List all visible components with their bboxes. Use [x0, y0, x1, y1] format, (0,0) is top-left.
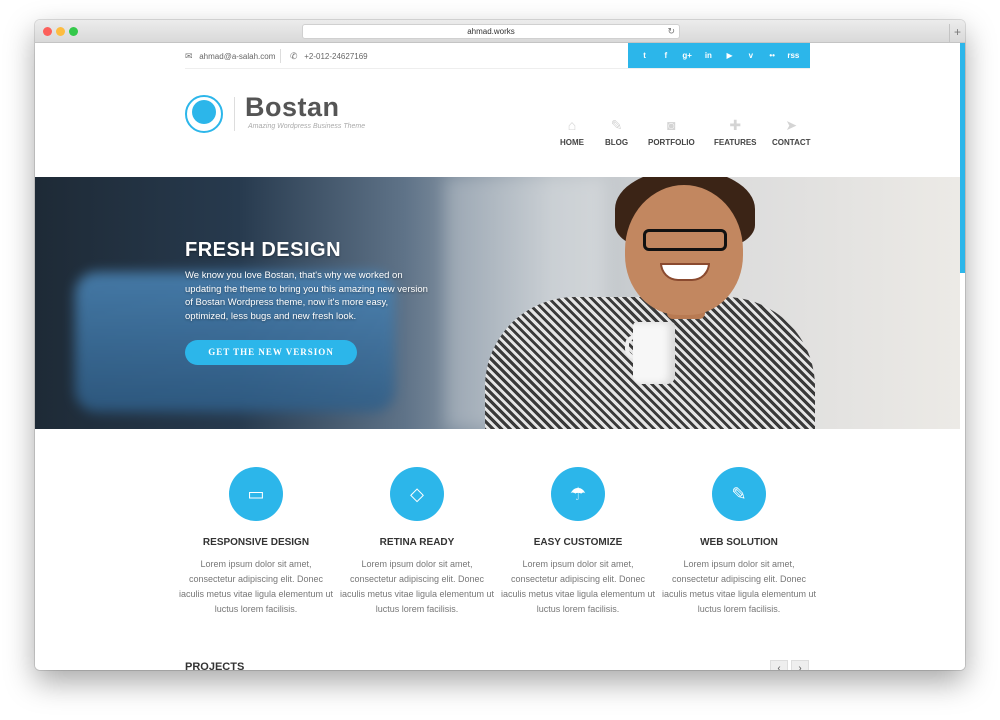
email-contact[interactable]: ✉ ahmad@a-salah.com [185, 43, 275, 69]
camera-icon: ◙ [667, 117, 676, 133]
feature-responsive-design: ▭ RESPONSIVE DESIGN Lorem ipsum dolor si… [176, 467, 336, 617]
scrollbar-thumb[interactable] [960, 43, 965, 273]
projects-next-button[interactable]: › [791, 660, 809, 670]
linkedin-icon[interactable]: in [700, 51, 716, 60]
logo-divider [234, 97, 235, 131]
minimize-window-button[interactable] [56, 27, 65, 36]
browser-window: ahmad.works ↻ + ✉ ahmad@a-salah.com ✆ +2… [35, 20, 965, 670]
feature-title: EASY CUSTOMIZE [533, 537, 623, 548]
nav-portfolio[interactable]: ◙ PORTFOLIO [648, 116, 695, 147]
feature-text: Lorem ipsum dolor sit amet, consectetur … [500, 559, 656, 614]
feature-retina-ready: ◇ RETINA READY Lorem ipsum dolor sit ame… [337, 467, 497, 617]
contact-topbar: ✉ ahmad@a-salah.com ✆ +2-012-24627169 t … [185, 43, 810, 69]
facebook-icon[interactable]: f [658, 51, 674, 60]
envelope-icon: ✉ [185, 51, 193, 61]
rss-icon[interactable]: rss [785, 51, 801, 60]
scrollbar[interactable] [960, 43, 965, 670]
nav-contact[interactable]: ➤ CONTACT [772, 116, 811, 147]
zoom-window-button[interactable] [69, 27, 78, 36]
puzzle-icon: ✚ [729, 117, 742, 133]
monitor-icon[interactable]: ▭ [229, 467, 283, 521]
webpage: ✉ ahmad@a-salah.com ✆ +2-012-24627169 t … [35, 43, 965, 670]
logo-icon[interactable] [185, 95, 223, 133]
hero-slider: FRESH DESIGN We know you love Bostan, th… [35, 177, 960, 429]
nav-home-label: HOME [560, 138, 584, 147]
new-tab-button[interactable]: + [949, 24, 965, 43]
youtube-icon[interactable]: ▶ [722, 51, 738, 60]
feature-easy-customize: ☂ EASY CUSTOMIZE Lorem ipsum dolor sit a… [498, 467, 658, 617]
feature-text: Lorem ipsum dolor sit amet, consectetur … [178, 559, 334, 614]
close-window-button[interactable] [43, 27, 52, 36]
reload-icon[interactable]: ↻ [667, 25, 675, 38]
address-bar-url: ahmad.works [467, 27, 515, 36]
nav-blog-label: BLOG [605, 138, 629, 147]
projects-prev-button[interactable]: ‹ [770, 660, 788, 670]
browser-titlebar: ahmad.works ↻ + [35, 20, 965, 43]
dropper-icon[interactable]: ✎ [712, 467, 766, 521]
social-links-bar: t f g+ in ▶ v •• rss [628, 43, 810, 68]
address-bar[interactable]: ahmad.works ↻ [302, 24, 680, 39]
twitter-icon[interactable]: t [637, 51, 653, 60]
coffee-mug [633, 322, 675, 384]
phone-icon: ✆ [290, 51, 298, 61]
paper-plane-icon: ➤ [785, 117, 798, 133]
feature-title: RESPONSIVE DESIGN [202, 537, 310, 548]
feature-title: RETINA READY [379, 537, 455, 548]
feature-text: Lorem ipsum dolor sit amet, consectetur … [339, 559, 495, 614]
nav-contact-label: CONTACT [772, 138, 811, 147]
nav-blog[interactable]: ✎ BLOG [605, 116, 628, 147]
email-text: ahmad@a-salah.com [199, 52, 276, 61]
pencil-icon: ✎ [610, 117, 623, 133]
contact-divider [280, 49, 281, 63]
brand-tagline: Amazing Wordpress Business Theme [248, 123, 366, 130]
flickr-icon[interactable]: •• [764, 51, 780, 60]
vimeo-icon[interactable]: v [743, 51, 759, 60]
google-plus-icon[interactable]: g+ [679, 51, 695, 60]
phone-text: +2-012-24627169 [304, 52, 368, 61]
phone-contact[interactable]: ✆ +2-012-24627169 [290, 43, 368, 69]
get-new-version-button[interactable]: GET THE NEW VERSION [185, 340, 357, 365]
feature-text: Lorem ipsum dolor sit amet, consectetur … [661, 559, 817, 614]
home-icon: ⌂ [567, 117, 577, 133]
umbrella-icon[interactable]: ☂ [551, 467, 605, 521]
nav-portfolio-label: PORTFOLIO [648, 138, 695, 147]
hero-description: We know you love Bostan, that's why we w… [185, 270, 428, 322]
diamond-icon[interactable]: ◇ [390, 467, 444, 521]
feature-web-solution: ✎ WEB SOLUTION Lorem ipsum dolor sit ame… [659, 467, 819, 617]
projects-heading: PROJECTS [185, 661, 245, 670]
nav-features-label: FEATURES [714, 138, 757, 147]
hero-title: FRESH DESIGN [185, 239, 342, 261]
feature-title: WEB SOLUTION [700, 537, 778, 548]
brand-name[interactable]: Bostan [245, 92, 340, 123]
nav-home[interactable]: ⌂ HOME [560, 116, 584, 147]
nav-features[interactable]: ✚ FEATURES [714, 116, 757, 147]
